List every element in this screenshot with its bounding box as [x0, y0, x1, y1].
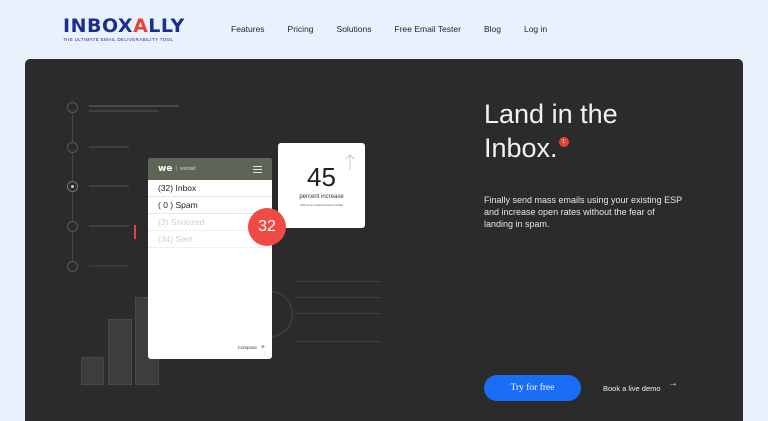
nav-link-features[interactable]: Features [231, 24, 265, 34]
spam-count-badge: 32 [248, 208, 286, 246]
subcopy-highlight: increase open rates [501, 207, 581, 217]
step-circle-3-active [67, 181, 78, 192]
nav-links: Features Pricing Solutions Free Email Te… [231, 24, 570, 34]
step-label-2 [89, 146, 129, 148]
step-label-1b [89, 110, 159, 112]
step-label-3 [89, 185, 129, 187]
compose-button[interactable]: Compose + [238, 344, 265, 351]
headline-line-1: Land in the [484, 99, 618, 129]
step-circle-4 [67, 221, 78, 232]
arrow-right-icon[interactable]: → [668, 378, 678, 389]
mail-app-separator: | [175, 166, 177, 172]
menu-icon[interactable] [253, 166, 262, 175]
logo-text-suffix: LLY [148, 15, 185, 37]
stat-label: percent increase [299, 194, 344, 200]
folder-spam[interactable]: ( 0 ) Spam [148, 197, 272, 214]
step-line-4 [72, 233, 73, 261]
step-line-2 [72, 154, 73, 181]
top-nav: INBOXALLY THE ULTIMATE EMAIL DELIVERABIL… [0, 0, 768, 58]
logo-text-prefix: INBOX [63, 15, 134, 37]
stat-footnote: (100 more emails inboxed monthly) [299, 203, 344, 207]
step-circle-2 [67, 142, 78, 153]
logo[interactable]: INBOXALLY THE ULTIMATE EMAIL DELIVERABIL… [63, 17, 185, 43]
logo-tagline: THE ULTIMATE EMAIL DELIVERABILITY TOOL [63, 37, 174, 42]
deco-bar-1 [81, 357, 104, 385]
logo-text-accent: A [133, 15, 149, 37]
step-label-5 [89, 265, 129, 267]
mail-app-logo: we [158, 164, 173, 174]
deco-line-1 [295, 281, 381, 282]
mail-app-card: we | wemail (32) Inbox ( 0 ) Spam (3) Sn… [148, 158, 272, 359]
step-label-4 [89, 225, 129, 227]
hero-subcopy: Finally send mass emails using your exis… [484, 194, 684, 230]
nav-link-solutions[interactable]: Solutions [337, 24, 372, 34]
arrow-up-icon [345, 154, 355, 170]
logo-wordmark: INBOXALLY [63, 17, 185, 36]
nav-link-blog[interactable]: Blog [484, 24, 501, 34]
step-circle-5 [67, 261, 78, 272]
plus-icon: + [260, 344, 265, 351]
step-circle-1 [67, 102, 78, 113]
try-for-free-button[interactable]: Try for free [484, 375, 581, 401]
nav-link-pricing[interactable]: Pricing [288, 24, 314, 34]
deco-bar-2 [108, 319, 132, 385]
hero-headline: Land in the Inbox. 1 [484, 97, 618, 165]
headline-line-2: Inbox. [484, 133, 558, 163]
hero-section: we | wemail (32) Inbox ( 0 ) Spam (3) Sn… [25, 59, 743, 421]
deco-line-2 [295, 297, 381, 298]
step-line-1 [72, 114, 73, 142]
deco-line-3 [295, 313, 381, 314]
deco-line-4 [295, 341, 381, 342]
book-demo-link[interactable]: Book a live demo [603, 384, 661, 393]
compose-label: Compose [237, 345, 257, 350]
folder-inbox[interactable]: (32) Inbox [148, 180, 272, 197]
nav-link-login[interactable]: Log in [524, 24, 547, 34]
mail-app-brand: wemail [179, 166, 196, 172]
progress-red-marker [134, 225, 136, 239]
mail-app-header: we | wemail [148, 158, 272, 180]
stat-card: 45 percent increase (100 more emails inb… [278, 143, 365, 228]
step-label-1 [89, 105, 179, 107]
notification-dot-icon: 1 [558, 137, 569, 147]
nav-link-free-email-tester[interactable]: Free Email Tester [395, 24, 461, 34]
step-line-3 [72, 193, 73, 221]
